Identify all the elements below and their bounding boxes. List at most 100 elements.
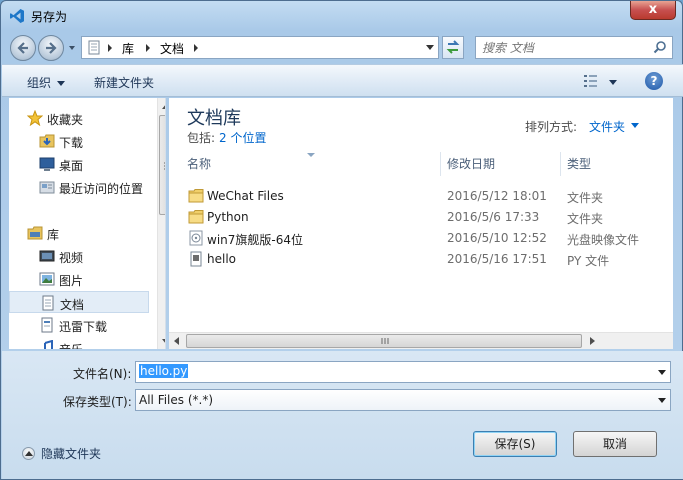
new-folder-button[interactable]: 新建文件夹 [94,74,154,91]
filename-input[interactable]: hello.py [135,361,671,383]
sidebar-item-downloads[interactable]: 下载 [9,130,149,152]
videos-library-icon [39,250,55,262]
file-row[interactable]: WeChat Files 2016/5/12 18:01 文件夹 [183,186,673,207]
grip-icon [381,338,389,344]
file-row[interactable]: win7旗舰版-64位 2016/5/10 12:52 光盘映像文件 [183,228,673,249]
sidebar-item-desktop[interactable]: 桌面 [9,153,149,175]
search-input[interactable] [480,39,650,56]
file-icon [190,251,202,267]
sidebar-item-recent-places[interactable]: 最近访问的位置 [9,176,149,198]
folder-icon [188,210,204,224]
search-box[interactable] [475,36,673,59]
libraries-icon [27,226,43,240]
refresh-button[interactable] [442,36,464,59]
sidebar-item-favorites[interactable]: 收藏夹 [9,107,149,129]
sidebar-item-label: 图片 [59,274,84,288]
scroll-down-arrow-icon[interactable] [162,339,165,344]
filetype-select[interactable]: All Files (*.*) [135,389,671,411]
scroll-left-arrow-icon[interactable] [174,337,179,345]
file-name: Python [207,210,249,224]
filename-dropdown-icon[interactable] [658,370,666,375]
column-header-type[interactable]: 类型 [561,152,661,176]
file-type: PY 文件 [567,254,610,268]
view-options-icon[interactable] [583,74,599,88]
file-date: 2016/5/10 12:52 [447,231,547,245]
forward-button[interactable] [38,35,64,61]
sidebar-item-documents[interactable]: 文档 [9,291,149,313]
file-date: 2016/5/16 17:51 [447,252,547,266]
arrange-chevron-down-icon[interactable] [631,123,639,128]
cancel-button[interactable]: 取消 [573,431,657,457]
scroll-right-arrow-icon[interactable] [590,337,595,345]
column-header-date[interactable]: 修改日期 [441,152,561,176]
breadcrumb-documents[interactable]: 文档 [160,40,184,57]
column-header-name[interactable]: 名称 [181,152,439,176]
scrollbar-thumb[interactable] [159,115,165,215]
file-row[interactable]: hello 2016/5/16 17:51 PY 文件 [183,249,673,270]
filetype-label: 保存类型(T): [63,395,132,409]
thunder-downloads-icon [41,317,53,333]
hide-folders-label: 隐藏文件夹 [41,447,102,461]
arrange-by-label: 排列方式: [525,120,578,134]
help-button[interactable]: ? [645,72,663,90]
sidebar-item-label: 视频 [59,251,84,265]
vscode-app-icon [10,9,24,23]
view-dropdown-icon[interactable] [609,80,617,85]
favorites-label: 收藏夹 [47,113,84,127]
horizontal-scrollbar[interactable] [169,332,673,349]
navigation-scrollbar[interactable] [157,98,165,349]
address-bar[interactable]: 库 文档 [81,36,439,59]
file-date: 2016/5/12 18:01 [447,189,547,203]
window-title: 另存为 [31,10,68,24]
locations-link[interactable]: 2 个位置 [219,131,266,145]
scrollbar-thumb[interactable] [186,334,582,348]
chevron-down-icon [57,81,66,86]
file-row[interactable]: Python 2016/5/6 17:33 文件夹 [183,207,673,228]
sidebar-item-label: 文档 [60,298,85,312]
organize-menu[interactable]: 组织 [27,74,66,91]
libraries-label: 库 [47,228,60,242]
sidebar-item-pictures[interactable]: 图片 [9,268,149,290]
scroll-up-arrow-icon[interactable] [162,104,165,109]
music-library-icon [44,340,53,349]
disc-image-icon [189,230,203,246]
close-button[interactable]: x [630,1,676,20]
breadcrumb-separator-icon[interactable] [194,44,198,52]
sidebar-item-videos[interactable]: 视频 [9,245,149,267]
grip-icon [164,162,165,170]
navigation-pane[interactable]: 收藏夹 下载 桌面 最近访问的位置 库 视频 图片 文档 迅雷下载 [9,98,166,349]
breadcrumb-separator-icon[interactable] [146,44,150,52]
sidebar-item-thunder-downloads[interactable]: 迅雷下载 [9,314,149,336]
file-date: 2016/5/6 17:33 [447,210,540,224]
sidebar-item-libraries[interactable]: 库 [9,222,149,244]
filetype-dropdown-icon[interactable] [658,398,666,403]
folder-icon [188,189,204,203]
save-button[interactable]: 保存(S) [473,431,557,457]
library-includes: 包括: 2 个位置 [187,129,267,146]
hide-folders-toggle[interactable]: 隐藏文件夹 [22,445,101,462]
documents-library-icon [42,295,54,311]
breadcrumb-separator-icon[interactable] [108,44,112,52]
sidebar-item-label: 迅雷下载 [59,320,108,334]
address-dropdown-icon[interactable] [426,45,434,50]
pictures-library-icon [39,272,55,286]
back-button[interactable] [10,35,36,61]
desktop-icon [39,157,55,171]
includes-label: 包括: [187,131,216,145]
file-list-pane[interactable]: 文档库 包括: 2 个位置 排列方式: 文件夹 名称 修改日期 类型 WeChat… [169,98,673,349]
search-icon[interactable] [653,40,668,55]
recent-locations-dropdown-icon[interactable] [67,43,77,53]
collapse-arrow-icon [22,447,35,460]
sidebar-item-label: 音乐 [59,341,83,349]
filetype-value: All Files (*.*) [139,393,214,407]
sidebar-item-music[interactable]: 音乐 [9,337,149,349]
arrange-by-dropdown[interactable]: 文件夹 [589,118,625,135]
breadcrumb-library[interactable]: 库 [122,40,134,57]
save-options-panel: 文件名(N): hello.py 保存类型(T): All Files (*.*… [2,351,683,479]
star-icon [27,110,43,126]
library-title: 文档库 [187,108,241,129]
refresh-icon [446,40,460,54]
title-bar[interactable]: 另存为 x [1,1,682,31]
save-as-dialog: 另存为 x 库 文档 搜索 文档 组织 新建文件夹 ? 收藏夹 下载 桌面 最近… [0,0,683,480]
file-name: win7旗舰版-64位 [207,233,303,247]
